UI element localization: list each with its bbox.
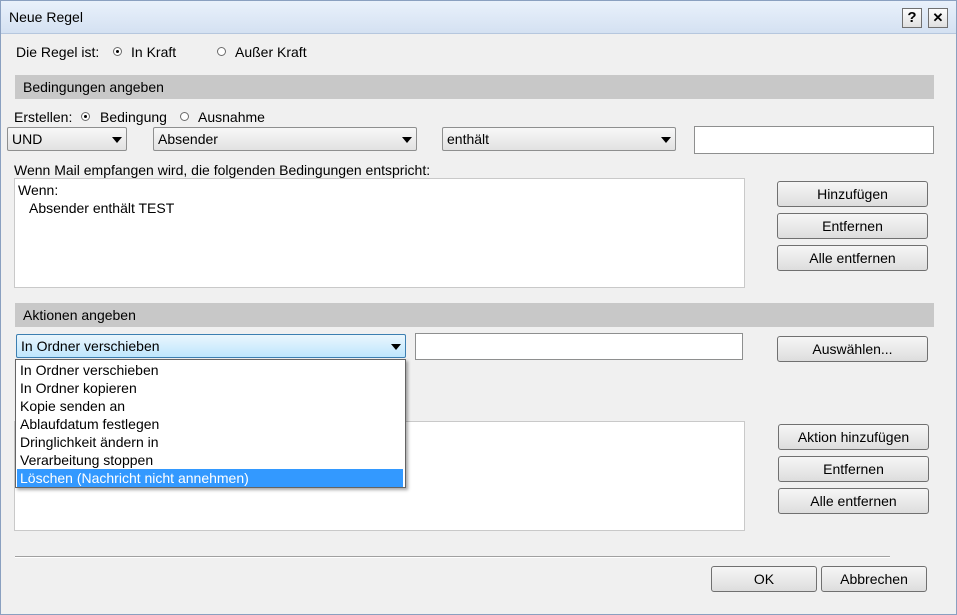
dropdown-option-stop[interactable]: Verarbeitung stoppen: [17, 451, 403, 469]
status-inactive-radio[interactable]: [217, 47, 226, 56]
help-icon: ?: [907, 9, 917, 26]
chevron-down-icon: [661, 137, 671, 143]
logic-combo[interactable]: UND: [7, 127, 127, 151]
logic-value: UND: [12, 131, 43, 147]
conditions-description: Wenn Mail empfangen wird, die folgenden …: [14, 162, 431, 178]
dropdown-option-send-copy[interactable]: Kopie senden an: [17, 397, 403, 415]
create-exception-label[interactable]: Ausnahme: [198, 109, 265, 125]
remove-all-conditions-button[interactable]: Alle entfernen: [777, 245, 928, 271]
conditions-list-heading: Wenn:: [18, 182, 59, 198]
close-icon: ✕: [932, 10, 944, 25]
chevron-down-icon: [402, 137, 412, 143]
footer-divider: [15, 556, 890, 558]
field-value: Absender: [158, 131, 218, 147]
title-bar[interactable]: Neue Regel ? ✕: [1, 1, 956, 34]
conditions-list[interactable]: Wenn: Absender enthält TEST: [14, 178, 745, 288]
create-condition-label[interactable]: Bedingung: [100, 109, 167, 125]
action-dropdown-list[interactable]: In Ordner verschieben In Ordner kopieren…: [15, 359, 406, 488]
field-combo[interactable]: Absender: [153, 127, 417, 151]
dropdown-option-delete[interactable]: Löschen (Nachricht nicht annehmen): [17, 469, 403, 487]
operator-value: enthält: [447, 131, 490, 147]
dropdown-option-copy[interactable]: In Ordner kopieren: [17, 379, 403, 397]
dropdown-option-move[interactable]: In Ordner verschieben: [17, 361, 403, 379]
conditions-section-title: Bedingungen angeben: [23, 79, 164, 95]
create-condition-radio[interactable]: [81, 112, 90, 121]
rule-dialog: Neue Regel ? ✕ Die Regel ist: In Kraft A…: [0, 0, 957, 615]
dropdown-option-priority[interactable]: Dringlichkeit ändern in: [17, 433, 403, 451]
action-combo[interactable]: In Ordner verschieben: [16, 334, 406, 358]
cancel-button[interactable]: Abbrechen: [821, 566, 927, 592]
status-active-label[interactable]: In Kraft: [131, 44, 176, 60]
action-target-input[interactable]: [415, 333, 743, 360]
actions-section-title: Aktionen angeben: [23, 307, 136, 323]
add-condition-button[interactable]: Hinzufügen: [777, 181, 928, 207]
remove-condition-button[interactable]: Entfernen: [777, 213, 928, 239]
ok-button[interactable]: OK: [711, 566, 817, 592]
list-item[interactable]: Absender enthält TEST: [29, 200, 174, 216]
rule-status-label: Die Regel ist:: [16, 44, 100, 60]
create-exception-radio[interactable]: [180, 112, 189, 121]
create-label: Erstellen:: [14, 109, 73, 125]
operator-combo[interactable]: enthält: [442, 127, 676, 151]
conditions-section-header: Bedingungen angeben: [15, 75, 934, 99]
chevron-down-icon: [112, 137, 122, 143]
remove-all-actions-button[interactable]: Alle entfernen: [778, 488, 929, 514]
remove-action-button[interactable]: Entfernen: [778, 456, 929, 482]
close-button[interactable]: ✕: [928, 8, 948, 28]
window-title: Neue Regel: [9, 9, 83, 25]
actions-section-header: Aktionen angeben: [15, 303, 934, 327]
status-active-radio[interactable]: [113, 47, 122, 56]
chevron-down-icon: [391, 344, 401, 350]
dropdown-option-expiry[interactable]: Ablaufdatum festlegen: [17, 415, 403, 433]
select-target-button[interactable]: Auswählen...: [777, 336, 928, 362]
condition-value-input[interactable]: [694, 126, 934, 154]
action-value: In Ordner verschieben: [21, 338, 160, 354]
help-button[interactable]: ?: [902, 8, 922, 28]
status-inactive-label[interactable]: Außer Kraft: [235, 44, 307, 60]
add-action-button[interactable]: Aktion hinzufügen: [778, 424, 929, 450]
